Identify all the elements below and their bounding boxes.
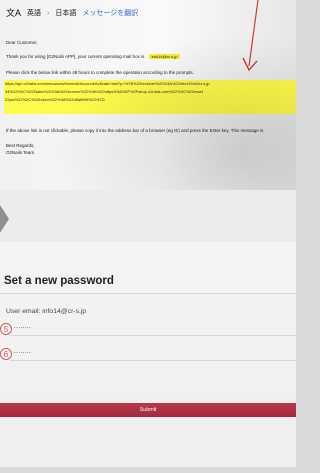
instruction-screenshot: 文A 英語 › 日本語 メッセージを翻訳 Dear Customer, Than… — [0, 0, 296, 473]
email-mailbox-highlight: info14@cr-s.jp — [148, 54, 181, 59]
email-greeting: Dear Customer, — [6, 40, 38, 45]
password-reset-panel: Set a new password User email: info14@cr… — [0, 242, 296, 473]
email-fallback-line: If the above link is not clickable, plea… — [6, 128, 264, 133]
translate-icon[interactable]: 文A — [6, 8, 21, 18]
email-instruction-line: Please click the below link within 48 ho… — [6, 70, 194, 75]
email-signoff: Best Regards, — [6, 143, 35, 148]
title-divider — [0, 293, 296, 294]
confirm-password-input[interactable]: ........ — [14, 349, 31, 355]
target-language-button[interactable]: 日本語 — [55, 8, 76, 18]
confirm-password-field-row[interactable]: 6 ........ — [0, 348, 296, 364]
activation-link-line[interactable]: 22pw%22%2C%22token%22%3A%22d5af689%22%7D — [5, 96, 296, 104]
confirm-password-field-underline — [10, 360, 296, 361]
activation-link-line[interactable]: https://api.o2nails.com/resources/bin/ma… — [5, 80, 296, 88]
email-toolbar: 文A 英語 › 日本語 メッセージを翻訳 — [6, 8, 138, 18]
password-field-underline — [10, 335, 296, 336]
annotation-marker: 5 — [0, 323, 12, 335]
email-photo-panel: 文A 英語 › 日本語 メッセージを翻訳 Dear Customer, Than… — [0, 0, 296, 190]
translate-language-button[interactable]: 英語 — [27, 8, 41, 18]
password-input[interactable]: ........ — [14, 324, 31, 330]
email-thanks-text: Thank you for using [O2Nails APP], your … — [6, 54, 145, 59]
translate-message-link[interactable]: メッセージを翻訳 — [82, 8, 138, 18]
user-email-label: User email: info14@cr-s.jp — [6, 308, 87, 315]
submit-button[interactable]: Submit — [0, 403, 296, 417]
page-title: Set a new password — [4, 274, 114, 287]
annotation-arrow-icon — [242, 0, 259, 72]
toolbar-separator: › — [47, 9, 50, 17]
activation-link-line[interactable]: 34%22%2C%22Nails%22%3A%22service%22%3A%2… — [5, 88, 296, 96]
annotation-marker: 6 — [0, 348, 12, 360]
activation-link-block[interactable]: https://api.o2nails.com/resources/bin/ma… — [4, 80, 296, 114]
email-thanks-line: Thank you for using [O2Nails APP], your … — [6, 54, 181, 59]
left-chevron-icon — [0, 202, 9, 236]
password-field-row[interactable]: 5 ........ — [0, 323, 296, 339]
footer-divider — [0, 467, 296, 473]
email-team: O2Nails Team — [6, 150, 35, 155]
